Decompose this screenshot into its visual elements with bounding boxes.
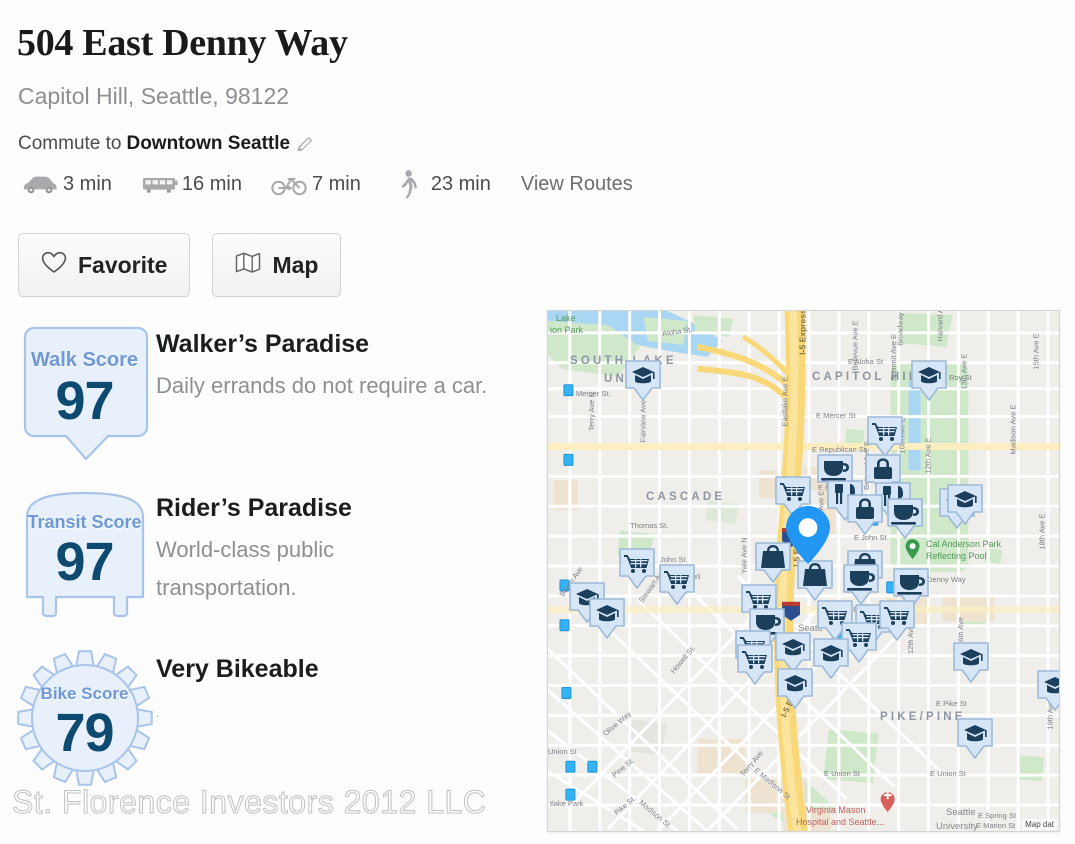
transit-score-text: Rider’s Paradise World-class public tran… [156,487,376,627]
locality-line: Capitol Hill, Seattle, 98122 [18,83,290,109]
map-icon [235,251,261,280]
bike-score-description: . [156,708,160,720]
transit-score-description: World-class public transportation. [156,537,335,600]
score-row-transit: Transit Score 97 Rider’s Paradise World-… [14,487,376,627]
commute-modes: 3 min 16 min 7 min 23 min View Routes [19,168,633,200]
walk-score-value: 97 [55,371,114,431]
walk-score-description: Daily errands do not require a car. [156,373,488,398]
bike-score-title: Very Bikeable [156,655,319,683]
walk-score-text: Walker’s Paradise Daily errands do not r… [156,323,487,463]
transit-score-value: 97 [55,532,114,592]
view-routes-link[interactable]: View Routes [521,173,633,196]
commute-prefix: Commute to [18,133,122,154]
watermark: St. Florence Investors 2012 LLC [11,784,487,821]
score-row-walk: Walk Score 97 Walker’s Paradise Daily er… [14,323,487,463]
commute-mode-bike: 7 min [268,168,361,200]
neighborhood-map[interactable]: Lake ion Park SOUTH LAKE UNION CASCADE C… [547,310,1060,832]
commute-time-walk: 23 min [430,172,491,195]
map-button[interactable]: Map [212,233,342,297]
commute-time-bike: 7 min [311,172,361,195]
pencil-icon[interactable] [295,134,315,154]
map-attribution: Map dat [1022,819,1057,830]
bike-score-badge-label: Bike Score [40,684,129,703]
map-button-label: Map [272,251,319,278]
walk-score-badge[interactable]: Walk Score 97 [14,323,156,463]
commute-time-bus: 16 min [181,172,242,195]
transit-score-badge-label: Transit Score [27,512,142,532]
car-icon [19,168,61,200]
bike-score-badge[interactable]: Bike Score 79 [14,648,156,788]
walk-score-badge-label: Walk Score [30,349,139,371]
page-title: 504 East Denny Way [17,22,348,64]
bike-score-value: 79 [55,703,114,763]
favorite-button[interactable]: Favorite [18,233,191,297]
bus-icon [138,168,180,200]
walkscore-panel: 504 East Denny Way Capitol Hill, Seattle… [0,0,1075,844]
commute-mode-bus: 16 min [138,168,242,200]
bike-icon [268,168,310,200]
transit-score-title: Rider’s Paradise [156,494,352,522]
commute-mode-car: 3 min [19,168,112,200]
commute-mode-walk: 23 min [387,168,491,200]
bike-score-text: Very Bikeable . [156,648,319,788]
action-buttons: Favorite Map [18,233,342,297]
map-canvas [548,311,1059,831]
walk-icon [387,168,429,200]
commute-time-car: 3 min [63,172,112,195]
heart-icon [41,251,67,280]
walk-score-title: Walker’s Paradise [156,330,370,358]
favorite-button-label: Favorite [78,251,168,278]
score-row-bike: Bike Score 79 Very Bikeable . [14,648,319,788]
commute-line: Commute to Downtown Seattle [18,131,315,157]
transit-score-badge[interactable]: Transit Score 97 [14,487,156,627]
commute-destination[interactable]: Downtown Seattle [126,131,290,157]
